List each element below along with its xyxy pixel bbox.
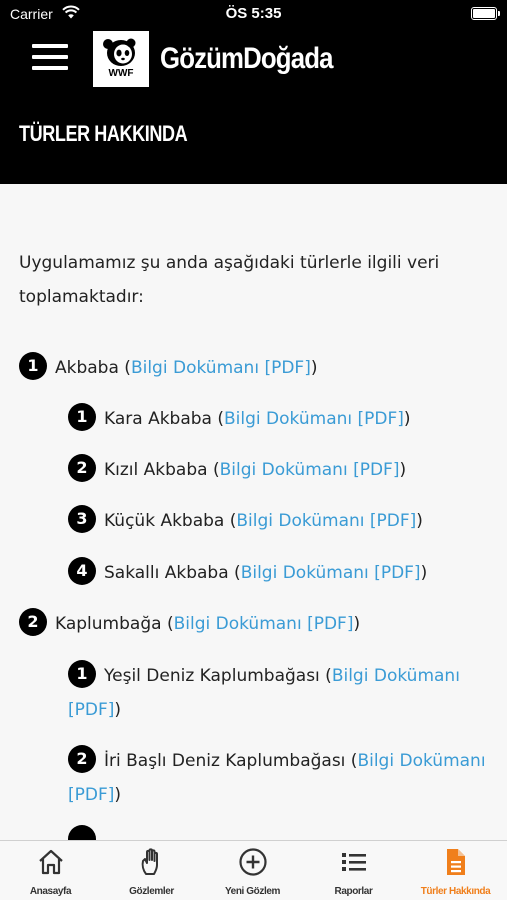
species-name: Yeşil Deniz Kaplumbağası — [104, 666, 320, 686]
species-name: Küçük Akbaba — [104, 511, 225, 531]
pdf-link[interactable]: Bilgi Dokümanı [PDF] — [131, 358, 311, 378]
number-badge: 1 — [68, 403, 96, 431]
species-group-item: 2 Kaplumbağa (Bilgi Dokümanı [PDF]) — [19, 607, 360, 641]
species-name: Kara Akbaba — [104, 409, 212, 429]
number-badge — [68, 825, 96, 840]
tab-yeni-gozlem[interactable]: Yeni Gözlem — [202, 845, 303, 899]
tab-label: Gözlemler — [129, 886, 174, 897]
tab-anasayfa[interactable]: Anasayfa — [0, 845, 101, 899]
number-badge: 2 — [68, 745, 96, 773]
list-icon — [341, 853, 366, 871]
species-name: Kaplumbağa — [55, 614, 162, 634]
menu-line-icon — [32, 66, 68, 70]
species-item: 3 Küçük Akbaba (Bilgi Dokümanı [PDF]) — [68, 504, 423, 538]
pdf-link[interactable]: Bilgi Dokümanı [PDF] — [220, 460, 400, 480]
species-item: 2 İri Başlı Deniz Kaplumbağası (Bilgi Dok… — [68, 744, 492, 812]
tab-label: Raporlar — [334, 886, 373, 897]
app-header: Carrier ÖS 5:35 WWF GözümDoğada TÜRLER H… — [0, 0, 507, 184]
species-name: İri Başlı Deniz Kaplumbağası — [104, 751, 346, 771]
species-item: 1 Kara Akbaba (Bilgi Dokümanı [PDF]) — [68, 402, 411, 436]
pdf-link[interactable]: Bilgi Dokümanı [PDF] — [224, 409, 404, 429]
page-title: TÜRLER HAKKINDA — [19, 121, 188, 146]
species-name: Akbaba — [55, 358, 119, 378]
tab-gozlemler[interactable]: Gözlemler — [101, 845, 202, 899]
number-badge: 2 — [19, 608, 47, 636]
hamburger-menu-button[interactable] — [32, 44, 68, 72]
status-time: ÖS 5:35 — [225, 5, 282, 22]
species-item: 2 Kızıl Akbaba (Bilgi Dokümanı [PDF]) — [68, 453, 406, 487]
species-item-partial — [68, 824, 104, 840]
pdf-link[interactable]: Bilgi Dokümanı [PDF] — [236, 511, 416, 531]
number-badge: 1 — [19, 352, 47, 380]
hand-icon — [141, 848, 158, 875]
species-item: 1 Yeşil Deniz Kaplumbağası (Bilgi Doküman… — [68, 659, 488, 727]
menu-line-icon — [32, 55, 68, 59]
number-badge: 3 — [68, 505, 96, 533]
battery-icon — [471, 7, 500, 20]
number-badge: 1 — [68, 660, 96, 688]
content-area[interactable]: Uygulamamız şu anda aşağıdaki türlerle i… — [0, 184, 507, 840]
wwf-logo: WWF — [93, 31, 149, 87]
tab-label: Türler Hakkında — [420, 886, 491, 897]
app-title: GözümDoğada — [160, 42, 333, 75]
tab-bar: Anasayfa Gözlemler Yeni Gözlem Raporlar — [0, 840, 507, 900]
number-badge: 4 — [68, 557, 96, 585]
species-item: 4 Sakallı Akbaba (Bilgi Dokümanı [PDF]) — [68, 556, 427, 590]
species-name: Kızıl Akbaba — [104, 460, 208, 480]
intro-text: Uygulamamız şu anda aşağıdaki türlerle i… — [19, 253, 440, 307]
tab-raporlar[interactable]: Raporlar — [303, 845, 404, 899]
plus-circle-icon — [238, 848, 267, 876]
svg-text:WWF: WWF — [109, 68, 134, 79]
pdf-link[interactable]: Bilgi Dokümanı [PDF] — [174, 614, 354, 634]
panda-icon: WWF — [103, 38, 136, 79]
document-icon — [446, 849, 465, 875]
tab-turler-hakkinda[interactable]: Türler Hakkında — [404, 845, 507, 899]
tab-label: Anasayfa — [29, 886, 72, 897]
status-bar: Carrier ÖS 5:35 — [0, 0, 507, 28]
menu-line-icon — [32, 44, 68, 48]
tab-label: Yeni Gözlem — [224, 886, 281, 897]
species-name: Sakallı Akbaba — [104, 563, 229, 583]
home-icon — [38, 849, 63, 875]
species-group-item: 1 Akbaba (Bilgi Dokümanı [PDF]) — [19, 351, 317, 385]
pdf-link[interactable]: Bilgi Dokümanı [PDF] — [241, 563, 421, 583]
number-badge: 2 — [68, 454, 96, 482]
